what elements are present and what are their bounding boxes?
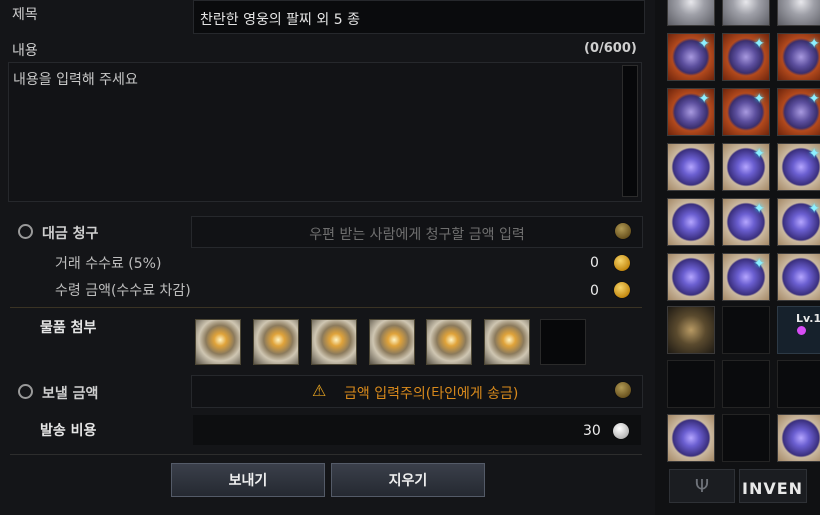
content-label: 내용 [12, 43, 38, 59]
billing-amount-input[interactable]: 우편 받는 사람에게 청구할 금액 입력 [191, 216, 643, 248]
inventory-slot-empty[interactable] [667, 360, 715, 408]
inventory-slot[interactable]: ✦ [722, 33, 770, 81]
inventory-slot[interactable] [777, 414, 820, 462]
inventory-slot[interactable]: ✦ [667, 88, 715, 136]
fee-label: 거래 수수료 (5%) [55, 256, 162, 272]
divider [10, 454, 642, 455]
sparkle-icon: ✦ [698, 91, 710, 107]
bracelet-icon [485, 320, 529, 364]
sparkle-icon: ✦ [698, 36, 710, 52]
sparkle-icon: ✦ [753, 36, 765, 52]
send-amount-radio[interactable] [18, 384, 33, 399]
sparkle-icon: ✦ [808, 91, 820, 107]
shipping-label: 발송 비용 [40, 423, 97, 439]
inventory-slot[interactable]: ✦ [722, 253, 770, 301]
gold-coin-icon [615, 382, 631, 398]
sparkle-icon: ✦ [753, 91, 765, 107]
inventory-slot-empty[interactable] [722, 414, 770, 462]
inventory-slot-empty[interactable] [777, 360, 820, 408]
attachment-slot[interactable] [484, 319, 530, 365]
sparkle-icon: ✦ [808, 36, 820, 52]
bracelet-icon [370, 320, 414, 364]
inventory-slot[interactable] [667, 143, 715, 191]
gold-coin-icon [615, 223, 631, 239]
silver-coin-icon [613, 423, 629, 439]
bracelet-icon [196, 320, 240, 364]
inventory-slot[interactable]: ✦ [667, 33, 715, 81]
content-textarea[interactable]: 내용을 입력해 주세요 [8, 62, 642, 202]
sparkle-icon: ✦ [753, 201, 765, 217]
attachment-slot[interactable] [311, 319, 357, 365]
receive-label: 수령 금액(수수료 차감) [55, 283, 191, 299]
gold-coin-icon [614, 282, 630, 298]
attachment-slot[interactable] [426, 319, 472, 365]
inventory-slot[interactable] [722, 0, 770, 26]
send-amount-warning: 금액 입력주의(타인에게 송금) [344, 386, 519, 402]
billing-placeholder: 우편 받는 사람에게 청구할 금액 입력 [309, 227, 525, 243]
fee-value: 0 [590, 255, 599, 271]
clear-button[interactable]: 지우기 [331, 463, 485, 497]
inventory-slot[interactable]: ✦ [777, 198, 820, 246]
title-input-value: 찬란한 영웅의 팔찌 외 5 종 [200, 12, 360, 28]
inventory-slot[interactable] [667, 198, 715, 246]
sparkle-icon: ✦ [808, 146, 820, 162]
inventory-slot-empty[interactable] [722, 360, 770, 408]
inventory-slot[interactable] [667, 414, 715, 462]
inventory-panel: ✦ ✦ ✦ ✦ ✦ ✦ ✦ ✦ ✦ ✦ ✦ Lv.1 Ψ INVEN [655, 0, 820, 515]
sparkle-icon: ✦ [753, 256, 765, 272]
attachment-slot[interactable] [253, 319, 299, 365]
receive-value: 0 [590, 283, 599, 299]
inventory-slot[interactable] [777, 0, 820, 26]
inventory-slot-empty[interactable] [722, 306, 770, 354]
inventory-slot[interactable]: ✦ [777, 88, 820, 136]
content-counter: (0/600) [584, 41, 637, 56]
title-label: 제목 [12, 7, 38, 23]
inventory-slot[interactable]: ✦ [722, 143, 770, 191]
billing-radio[interactable] [18, 224, 33, 239]
bracelet-icon [312, 320, 356, 364]
attach-label: 물품 첨부 [40, 320, 97, 336]
send-amount-label: 보낼 금액 [42, 386, 99, 402]
inventory-slot[interactable]: Lv.1 [777, 306, 820, 354]
bracelet-icon [254, 320, 298, 364]
inventory-slot[interactable]: ✦ [777, 33, 820, 81]
attachment-slot-empty[interactable] [540, 319, 586, 365]
level-badge: Lv.1 [796, 312, 820, 325]
attachment-slot[interactable] [369, 319, 415, 365]
warning-icon: ⚠ [312, 381, 327, 400]
gem-icon [797, 326, 806, 335]
watermark-logo: INVEN [742, 479, 804, 498]
inventory-slot[interactable]: ✦ [722, 198, 770, 246]
gold-coin-icon [614, 255, 630, 271]
inventory-slot[interactable] [667, 253, 715, 301]
send-amount-input[interactable]: ⚠ 금액 입력주의(타인에게 송금) [191, 375, 643, 408]
content-scrollbar[interactable] [622, 65, 638, 197]
shipping-cost-box: 30 [193, 415, 641, 445]
inventory-slot[interactable] [667, 306, 715, 354]
billing-label: 대금 청구 [42, 226, 99, 242]
content-placeholder: 내용을 입력해 주세요 [13, 72, 138, 88]
inventory-slot[interactable] [667, 0, 715, 26]
inventory-tab-button[interactable]: INVEN [739, 469, 807, 503]
inventory-slot[interactable] [777, 253, 820, 301]
inventory-slot[interactable]: ✦ [777, 143, 820, 191]
divider [10, 307, 642, 308]
attachment-slot[interactable] [195, 319, 241, 365]
trident-icon[interactable]: Ψ [669, 469, 735, 503]
send-button[interactable]: 보내기 [171, 463, 325, 497]
sparkle-icon: ✦ [808, 201, 820, 217]
sparkle-icon: ✦ [753, 146, 765, 162]
bracelet-icon [427, 320, 471, 364]
shipping-value: 30 [583, 423, 601, 439]
title-input[interactable]: 찬란한 영웅의 팔찌 외 5 종 [193, 0, 645, 34]
mail-compose-panel: 제목 찬란한 영웅의 팔찌 외 5 종 내용 (0/600) 내용을 입력해 주… [0, 0, 655, 515]
inventory-slot[interactable]: ✦ [722, 88, 770, 136]
